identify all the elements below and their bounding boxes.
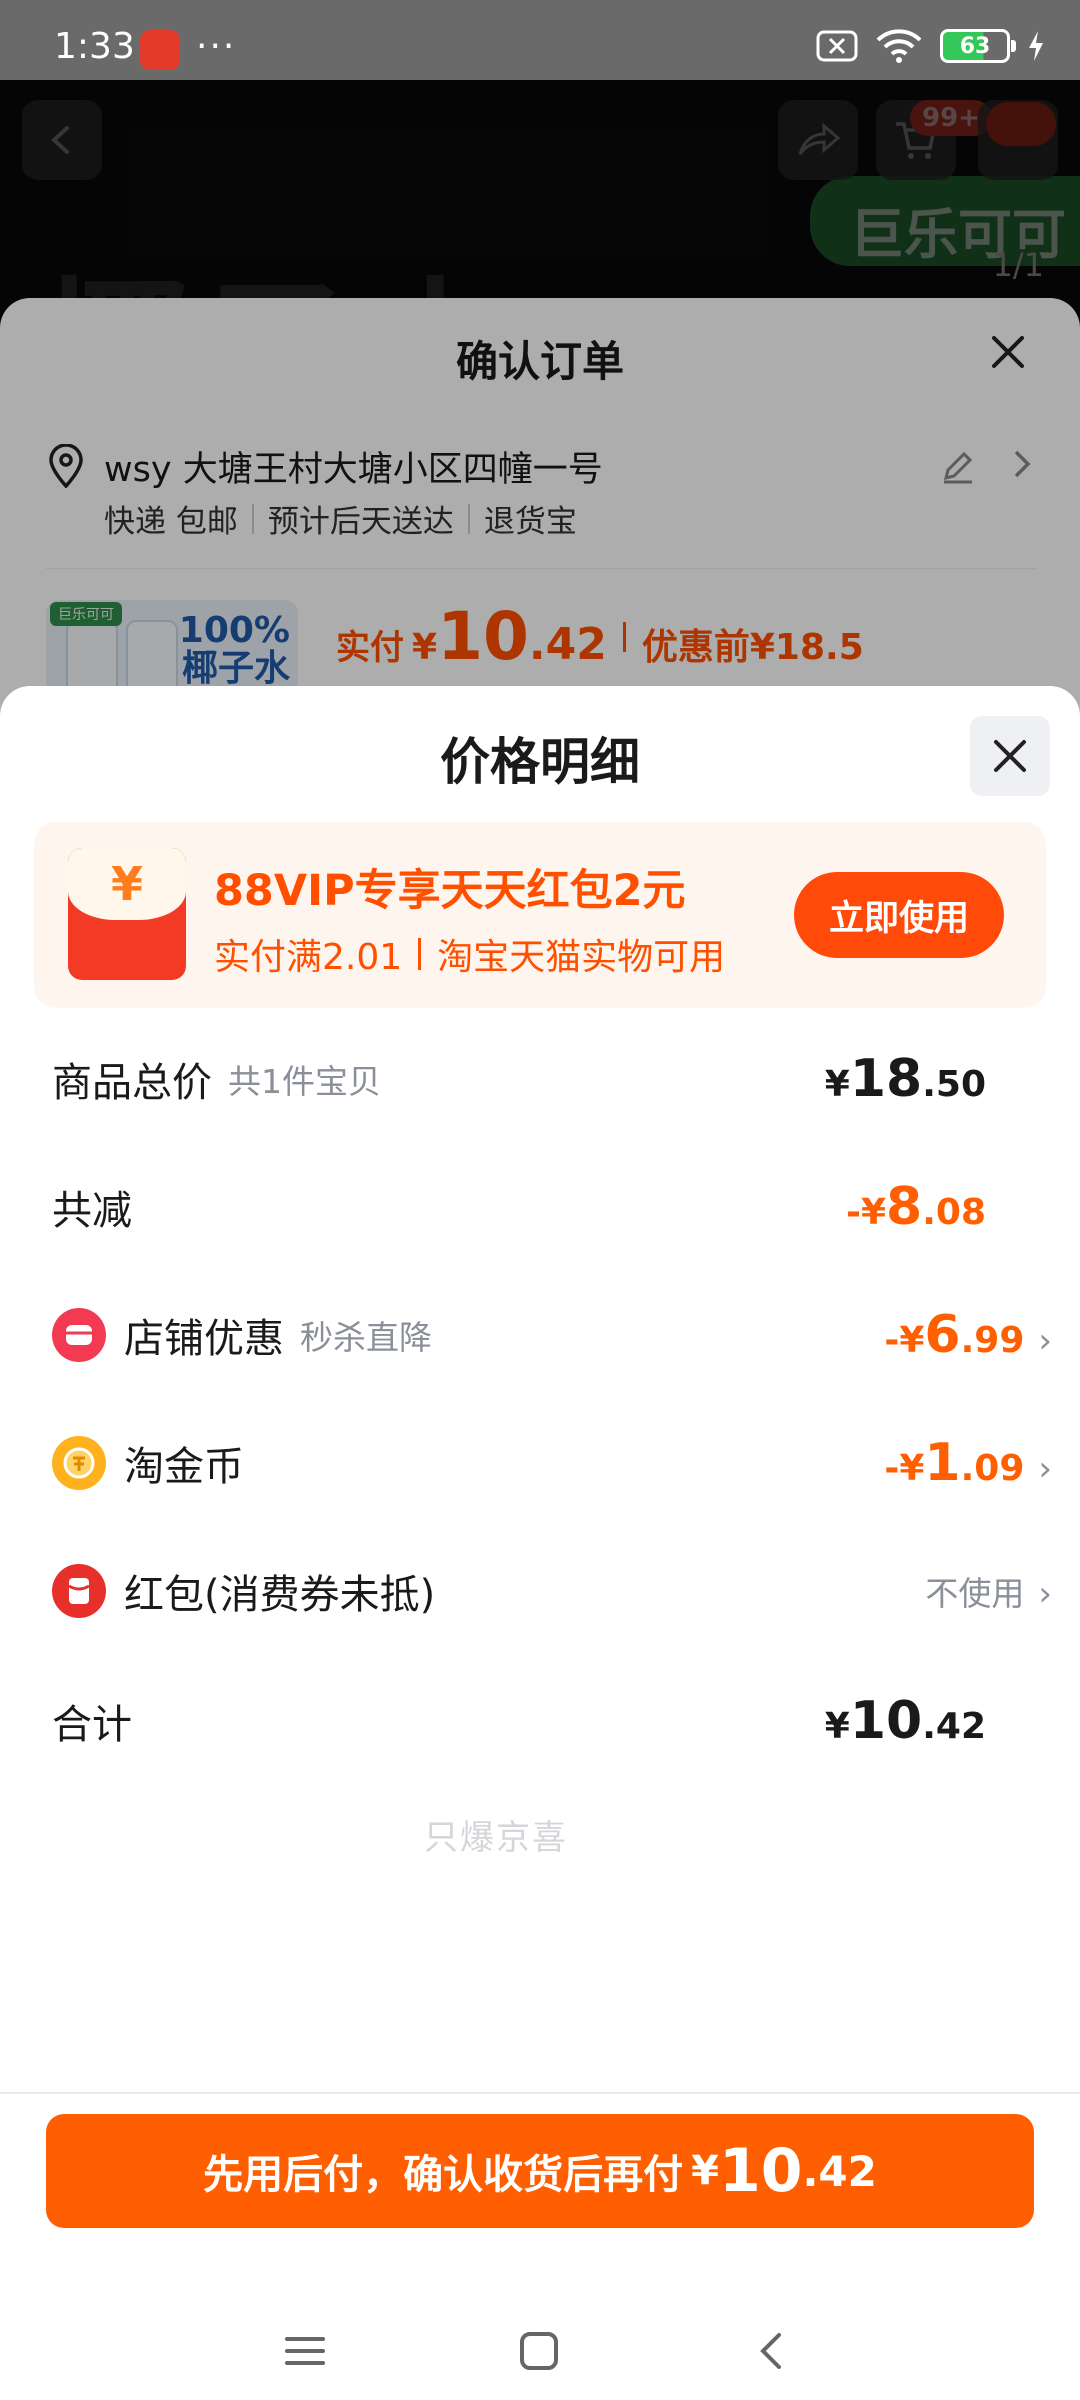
charging-icon bbox=[1029, 31, 1043, 61]
amount-int: 10 bbox=[718, 2136, 803, 2206]
close-button[interactable] bbox=[970, 716, 1050, 796]
currency-symbol: ¥ bbox=[691, 2148, 719, 2194]
status-icons: 63 bbox=[816, 28, 1046, 64]
currency-symbol: ¥ bbox=[824, 1706, 850, 1747]
back-icon bbox=[760, 2333, 781, 2369]
system-nav-bar bbox=[0, 2300, 1080, 2400]
pay-button-text: 先用后付，确认收货后再付 bbox=[203, 2152, 684, 2198]
promo-conditions: 实付满2.01 淘宝天猫实物可用 bbox=[214, 928, 725, 980]
red-packet-flap: ¥ bbox=[68, 848, 186, 920]
shop-discount-row[interactable]: 店铺优惠 秒杀直降 -¥ 6 .99 › bbox=[52, 1300, 1052, 1370]
taojinbi-amount: -¥ 1 .09 › bbox=[884, 1433, 1052, 1493]
chevron-right-icon: › bbox=[1038, 1449, 1052, 1489]
total-label: 合计 bbox=[52, 1702, 132, 1748]
amount-dec: .50 bbox=[922, 1064, 986, 1105]
shop-icon bbox=[52, 1308, 106, 1362]
taojinbi-row[interactable]: 淘金币 -¥ 1 .09 › bbox=[52, 1428, 1052, 1498]
pay-later-button[interactable]: 先用后付，确认收货后再付 ¥ 10 .42 bbox=[46, 2114, 1034, 2228]
red-packet-row[interactable]: 红包(消费券未抵) 不使用 › bbox=[52, 1556, 1052, 1626]
currency-symbol: -¥ bbox=[846, 1192, 887, 1233]
app-notification-icon bbox=[140, 30, 180, 70]
status-bar: 1:33 ··· 63 bbox=[0, 0, 1080, 80]
taojinbi-label: 淘金币 bbox=[124, 1444, 244, 1490]
amount-dec: .08 bbox=[922, 1192, 986, 1233]
red-packet-status: 不使用 bbox=[925, 1574, 1025, 1613]
total-discount-row: 共减 -¥ 8 .08 bbox=[52, 1172, 1022, 1242]
promo-title: 88VIP专享天天红包2元 bbox=[214, 866, 686, 916]
amount-dec: .42 bbox=[802, 2146, 877, 2196]
divider bbox=[418, 938, 422, 970]
amount-int: 8 bbox=[886, 1177, 923, 1237]
red-packet-label: 红包(消费券未抵) bbox=[124, 1572, 436, 1618]
watermark: 只爆京喜 bbox=[424, 1818, 568, 1858]
subtotal-row: 商品总价 共1件宝贝 ¥ 18 .50 bbox=[52, 1044, 1022, 1114]
sheet-title: 价格明细 bbox=[440, 733, 640, 791]
amount-dec: .09 bbox=[960, 1448, 1025, 1489]
amount-int: 1 bbox=[924, 1433, 961, 1493]
close-icon bbox=[994, 740, 1026, 772]
shop-discount-label: 店铺优惠 bbox=[124, 1316, 284, 1362]
amount-int: 6 bbox=[924, 1305, 961, 1365]
vip-red-packet-card: ¥ 88VIP专享天天红包2元 实付满2.01 淘宝天猫实物可用 立即使用 bbox=[34, 822, 1046, 1008]
total-discount-amount: -¥ 8 .08 bbox=[846, 1177, 986, 1237]
shop-discount-hint: 秒杀直降 bbox=[300, 1318, 432, 1357]
total-amount: ¥ 10 .42 bbox=[825, 1691, 986, 1751]
red-packet-small-icon bbox=[52, 1564, 106, 1618]
currency-symbol: -¥ bbox=[884, 1448, 925, 1489]
more-notifications: ··· bbox=[196, 26, 237, 67]
amount-int: 10 bbox=[849, 1691, 923, 1751]
promo-scope: 淘宝天猫实物可用 bbox=[437, 937, 726, 978]
promo-condition: 实付满2.01 bbox=[214, 937, 403, 978]
currency-symbol: -¥ bbox=[884, 1320, 925, 1361]
menu-icon bbox=[285, 2337, 325, 2365]
status-time: 1:33 bbox=[54, 26, 135, 67]
total-row: 合计 ¥ 10 .42 bbox=[52, 1686, 1022, 1756]
currency-symbol: ¥ bbox=[824, 1064, 850, 1105]
red-packet-value: 不使用 › bbox=[925, 1567, 1052, 1615]
amount-int: 18 bbox=[849, 1049, 923, 1109]
shop-discount-amount: -¥ 6 .99 › bbox=[884, 1305, 1052, 1365]
battery-icon: 63 bbox=[940, 29, 1016, 63]
use-now-button[interactable]: 立即使用 bbox=[794, 872, 1004, 958]
menu-button[interactable] bbox=[270, 2316, 340, 2386]
no-sim-icon bbox=[816, 30, 858, 62]
divider bbox=[0, 2092, 1080, 2094]
home-button[interactable] bbox=[504, 2316, 574, 2386]
item-count: 共1件宝贝 bbox=[228, 1062, 381, 1101]
home-icon bbox=[520, 2332, 558, 2370]
subtotal-amount: ¥ 18 .50 bbox=[825, 1049, 986, 1109]
wifi-icon bbox=[876, 29, 922, 63]
red-packet-icon: ¥ bbox=[68, 848, 186, 980]
amount-dec: .42 bbox=[922, 1706, 986, 1747]
amount-dec: .99 bbox=[960, 1320, 1025, 1361]
subtotal-label: 商品总价 bbox=[52, 1060, 212, 1106]
back-nav-button[interactable] bbox=[738, 2316, 808, 2386]
total-discount-label: 共减 bbox=[52, 1188, 132, 1234]
chevron-right-icon: › bbox=[1038, 1321, 1052, 1361]
coin-icon bbox=[52, 1436, 106, 1490]
chevron-right-icon: › bbox=[1038, 1574, 1052, 1614]
